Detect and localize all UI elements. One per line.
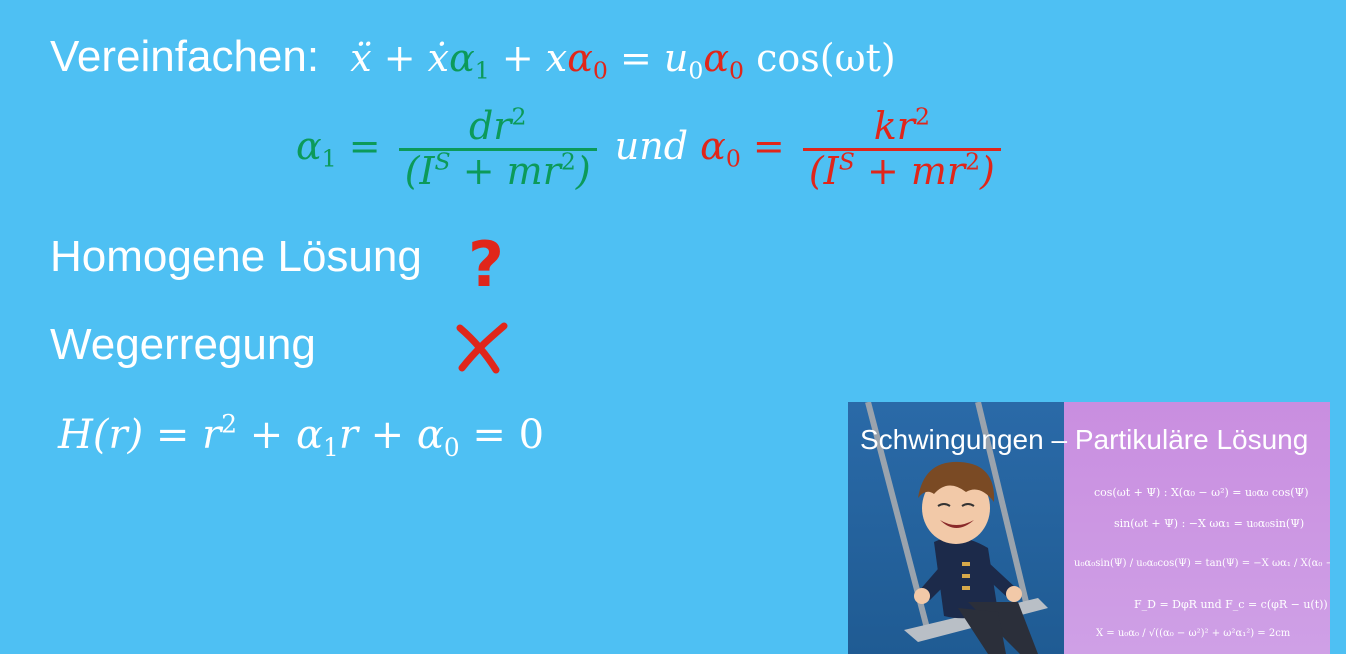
video-thumbnail[interactable]: Schwingungen – Partikuläre Lösung cos(ωt… bbox=[848, 402, 1330, 654]
thumbnail-formula-4: F_D = DφR und F_c = c(φR − u(t)) bbox=[1134, 598, 1328, 611]
equation-of-motion: ẍ + ẋα1 + xα0 = u0α0 cos(ωt) bbox=[350, 36, 896, 85]
thumbnail-title: Schwingungen – Partikuläre Lösung bbox=[860, 424, 1309, 455]
und-word: und bbox=[614, 123, 689, 168]
thumbnail-formula-1: cos(ωt + Ψ) : X(α₀ − ω²) = u₀α₀ cos(Ψ) bbox=[1094, 486, 1309, 499]
thumbnail-formula-5: X = u₀α₀ / √((α₀ − ω²)² + ω²α₁²) = 2cm bbox=[1096, 628, 1291, 639]
alpha0-fraction: kr2 (IS + mr2) bbox=[802, 105, 1001, 193]
alpha1-fraction: dr2 (IS + mr2) bbox=[398, 105, 597, 193]
characteristic-polynomial: H(r) = r2 + α1r + α0 = 0 bbox=[58, 409, 545, 462]
alpha-definitions: α1 = dr2 (IS + mr2) und α0 = kr2 (IS + m… bbox=[296, 105, 1007, 193]
label-vereinfachen: Vereinfachen: bbox=[50, 32, 320, 81]
alpha1-symbol: α1 bbox=[296, 123, 337, 173]
line-vereinfachen: Vereinfachen: ẍ + ẋα1 + xα0 = u0α0 cos(ω… bbox=[50, 32, 896, 82]
question-mark-icon: ? bbox=[468, 228, 504, 301]
label-homogene-loesung: Homogene Lösung bbox=[50, 232, 422, 281]
alpha0-symbol: α0 bbox=[700, 123, 741, 173]
thumbnail-formula-2: sin(ωt + Ψ) : −X ωα₁ = u₀α₀sin(Ψ) bbox=[1114, 517, 1305, 530]
label-wegerregung: Wegerregung bbox=[50, 320, 316, 369]
cross-mark-icon bbox=[456, 322, 508, 374]
thumbnail-formula-3: u₀α₀sin(Ψ) / u₀α₀cos(Ψ) = tan(Ψ) = −X ωα… bbox=[1074, 558, 1330, 569]
